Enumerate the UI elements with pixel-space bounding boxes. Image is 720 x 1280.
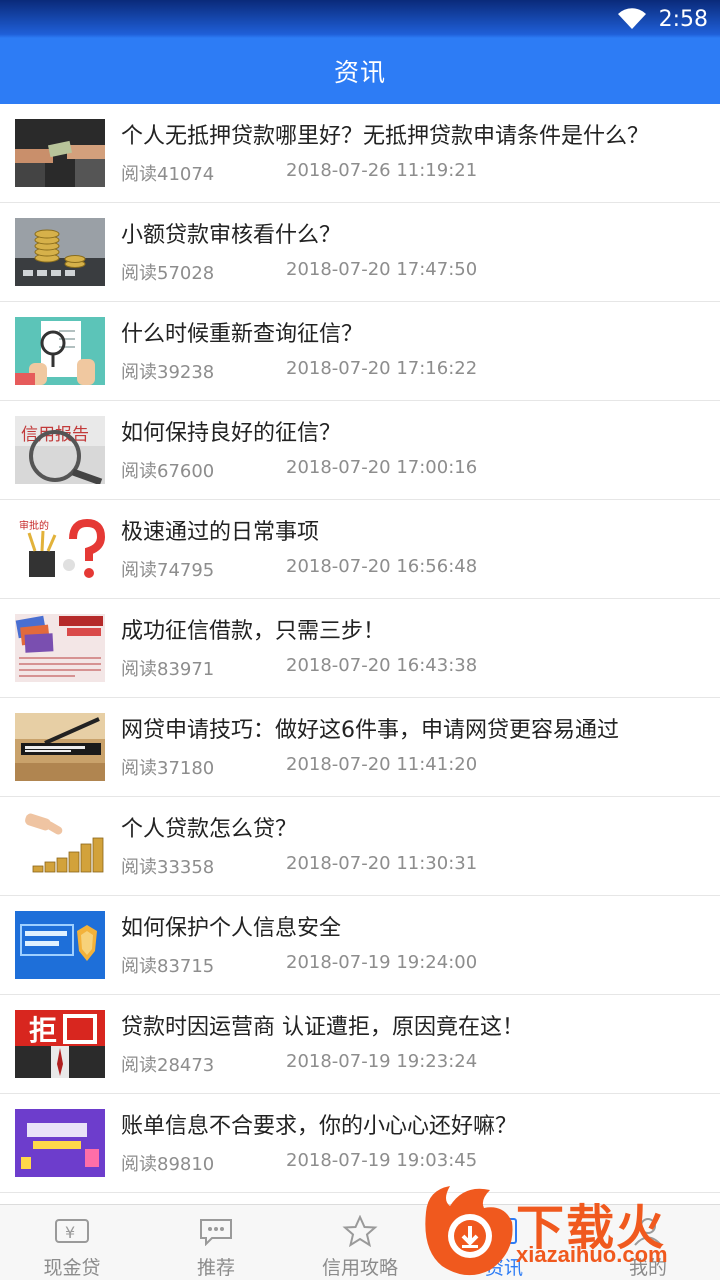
news-title: 成功征信借款，只需三步！ bbox=[121, 619, 386, 644]
user-icon bbox=[630, 1215, 666, 1247]
chat-icon bbox=[198, 1215, 234, 1247]
status-time: 2:58 bbox=[658, 6, 708, 32]
tab-news[interactable]: 资讯 bbox=[432, 1205, 576, 1280]
tab-label: 现金贷 bbox=[43, 1257, 101, 1279]
news-thumbnail-coin-stacks bbox=[15, 812, 105, 880]
news-date: 2018-07-20 16:43:38 bbox=[286, 655, 478, 676]
news-item[interactable]: 个人无抵押贷款哪里好？无抵押贷款申请条件是什么？ 阅读41074 2018-07… bbox=[0, 104, 720, 203]
wifi-icon bbox=[617, 8, 647, 30]
tab-profile[interactable]: 我的 bbox=[576, 1205, 720, 1280]
news-date: 2018-07-20 11:41:20 bbox=[286, 754, 478, 775]
news-date: 2018-07-19 19:24:00 bbox=[286, 952, 478, 973]
news-thumbnail-bill bbox=[15, 1109, 105, 1177]
news-list: 个人无抵押贷款哪里好？无抵押贷款申请条件是什么？ 阅读41074 2018-07… bbox=[0, 104, 720, 1204]
page-header: 资讯 bbox=[0, 38, 720, 104]
news-date: 2018-07-19 19:23:24 bbox=[286, 1051, 478, 1072]
news-item[interactable]: 信用报告 如何保持良好的征信？ 阅读67600 2018-07-20 17:00… bbox=[0, 401, 720, 500]
news-title: 个人贷款怎么贷？ bbox=[121, 817, 298, 842]
news-item[interactable]: 账单信息不合要求，你的小心心还好嘛？ 阅读89810 2018-07-19 19… bbox=[0, 1094, 720, 1193]
news-item[interactable]: 成功征信借款，只需三步！ 阅读83971 2018-07-20 16:43:38 bbox=[0, 599, 720, 698]
news-thumbnail-info-security bbox=[15, 911, 105, 979]
news-date: 2018-07-20 17:16:22 bbox=[286, 358, 478, 379]
news-date: 2018-07-26 11:19:21 bbox=[286, 160, 478, 181]
news-thumbnail-money-handover bbox=[15, 119, 105, 187]
svg-text:信用报告: 信用报告 bbox=[21, 425, 89, 445]
tab-label: 信用攻略 bbox=[321, 1257, 398, 1279]
page-title: 资讯 bbox=[333, 58, 386, 87]
news-thumbnail-credit-report: 信用报告 bbox=[15, 416, 105, 484]
news-thumbnail-question-mark: 审批的 bbox=[15, 515, 105, 583]
news-item[interactable]: 什么时候重新查询征信？ 阅读39238 2018-07-20 17:16:22 bbox=[0, 302, 720, 401]
status-bar: 2:58 bbox=[0, 0, 720, 38]
news-item[interactable]: 小额贷款审核看什么？ 阅读57028 2018-07-20 17:47:50 bbox=[0, 203, 720, 302]
news-item[interactable]: 审批的 极速通过的日常事项 阅读74795 2018-07-20 16:56:4… bbox=[0, 500, 720, 599]
tab-credit-guide[interactable]: 信用攻略 bbox=[288, 1205, 432, 1280]
tab-recommend[interactable]: 推荐 bbox=[144, 1205, 288, 1280]
news-thumbnail-credit-cards bbox=[15, 614, 105, 682]
news-thumbnail-rejected: 拒 bbox=[15, 1010, 105, 1078]
star-icon bbox=[342, 1215, 378, 1247]
news-read-count: 阅读39238 bbox=[121, 362, 215, 383]
svg-text:¥: ¥ bbox=[65, 1223, 75, 1242]
news-title: 如何保持良好的征信？ bbox=[121, 421, 342, 446]
news-read-count: 阅读33358 bbox=[121, 857, 215, 878]
news-read-count: 阅读83971 bbox=[121, 659, 215, 680]
news-read-count: 阅读57028 bbox=[121, 263, 215, 284]
news-read-count: 阅读41074 bbox=[121, 164, 215, 185]
news-item[interactable]: 网贷申请技巧：做好这6件事，申请网贷更容易通过 阅读37180 2018-07-… bbox=[0, 698, 720, 797]
news-date: 2018-07-20 16:56:48 bbox=[286, 556, 478, 577]
news-title: 如何保护个人信息安全 bbox=[121, 916, 342, 941]
news-read-count: 阅读83715 bbox=[121, 956, 215, 977]
news-read-count: 阅读74795 bbox=[121, 560, 215, 581]
tab-label: 我的 bbox=[628, 1257, 667, 1279]
tab-label: 推荐 bbox=[196, 1257, 235, 1279]
svg-text:拒: 拒 bbox=[29, 1014, 57, 1047]
news-title: 极速通过的日常事项 bbox=[121, 520, 320, 545]
news-read-count: 阅读37180 bbox=[121, 758, 215, 779]
news-read-count: 阅读28473 bbox=[121, 1055, 215, 1076]
news-title: 贷款时因运营商 认证遭拒，原因竟在这！ bbox=[121, 1015, 524, 1040]
svg-text:审批的: 审批的 bbox=[19, 519, 49, 532]
news-title: 什么时候重新查询征信？ bbox=[121, 322, 364, 347]
news-title: 个人无抵押贷款哪里好？无抵押贷款申请条件是什么？ bbox=[121, 124, 650, 149]
cash-icon: ¥ bbox=[54, 1215, 90, 1247]
news-icon bbox=[486, 1215, 522, 1247]
bottom-tab-bar: ¥ 现金贷 推荐 信用攻略 资讯 我的 bbox=[0, 1204, 720, 1280]
news-date: 2018-07-20 11:30:31 bbox=[286, 853, 478, 874]
news-title: 账单信息不合要求，你的小心心还好嘛？ bbox=[121, 1114, 518, 1139]
news-thumbnail-magnifier-document bbox=[15, 317, 105, 385]
news-title: 小额贷款审核看什么？ bbox=[121, 223, 342, 248]
news-item[interactable]: 如何保护个人信息安全 阅读83715 2018-07-19 19:24:00 bbox=[0, 896, 720, 995]
news-read-count: 阅读67600 bbox=[121, 461, 215, 482]
news-date: 2018-07-20 17:47:50 bbox=[286, 259, 478, 280]
news-thumbnail-coins-calculator bbox=[15, 218, 105, 286]
news-date: 2018-07-19 19:03:45 bbox=[286, 1150, 478, 1171]
news-thumbnail-signing-pen bbox=[15, 713, 105, 781]
tab-label: 资讯 bbox=[484, 1257, 523, 1279]
news-title: 网贷申请技巧：做好这6件事，申请网贷更容易通过 bbox=[121, 718, 619, 743]
tab-cash-loan[interactable]: ¥ 现金贷 bbox=[0, 1205, 144, 1280]
news-item[interactable]: 拒 贷款时因运营商 认证遭拒，原因竟在这！ 阅读28473 2018-07-19… bbox=[0, 995, 720, 1094]
news-item[interactable]: 个人贷款怎么贷？ 阅读33358 2018-07-20 11:30:31 bbox=[0, 797, 720, 896]
news-read-count: 阅读89810 bbox=[121, 1154, 215, 1175]
news-date: 2018-07-20 17:00:16 bbox=[286, 457, 478, 478]
